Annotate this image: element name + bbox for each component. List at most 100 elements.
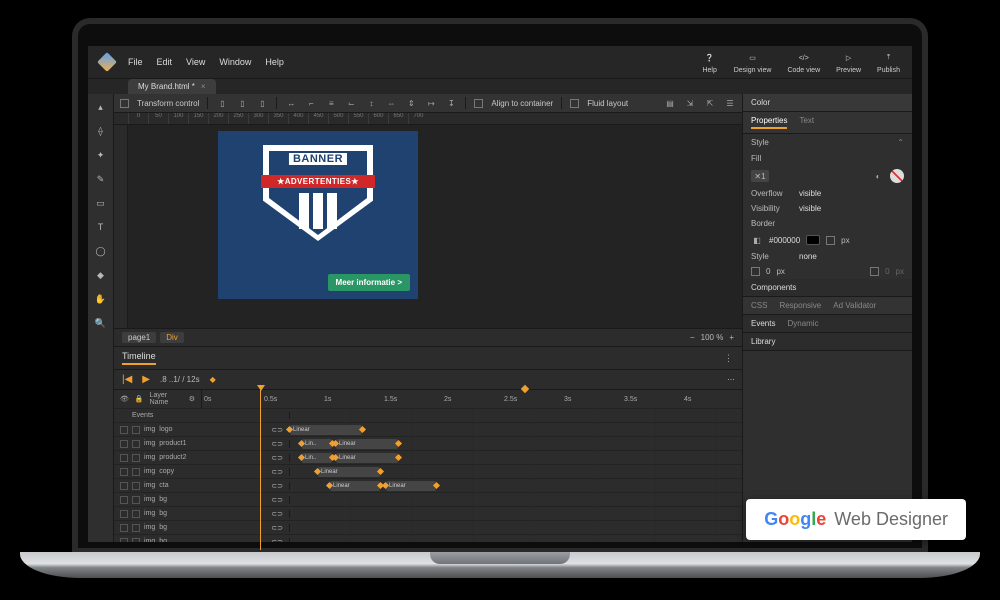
color-header[interactable]: Color bbox=[743, 94, 912, 112]
align-bottom-icon[interactable]: ⌙ bbox=[345, 97, 357, 109]
align-right-icon[interactable]: ▯ bbox=[256, 97, 268, 109]
scrub-handle-icon[interactable]: ◆ bbox=[210, 375, 216, 384]
link-icon[interactable]: ⊂⊃ bbox=[271, 482, 283, 490]
fluid-checkbox[interactable] bbox=[570, 99, 579, 108]
lock-toggle[interactable] bbox=[132, 510, 140, 518]
breadcrumb-element[interactable]: Div bbox=[160, 332, 184, 343]
dynamic-header[interactable]: Dynamic bbox=[787, 319, 818, 328]
validator-tab[interactable]: Ad Validator bbox=[833, 301, 876, 310]
gear-header-icon[interactable]: ⚙ bbox=[189, 395, 195, 403]
visibility-toggle[interactable] bbox=[120, 440, 128, 448]
visibility-value[interactable]: visible bbox=[799, 204, 821, 213]
lock-toggle[interactable] bbox=[132, 426, 140, 434]
lock-toggle[interactable] bbox=[132, 538, 140, 543]
zoom-in-button[interactable]: + bbox=[729, 333, 734, 342]
lock-toggle[interactable] bbox=[132, 482, 140, 490]
text-tab[interactable]: Text bbox=[799, 116, 814, 129]
border-style-value[interactable]: none bbox=[799, 252, 817, 261]
timeline-row[interactable]: imgproduct1⊂⊃Lin..Linear bbox=[114, 436, 742, 450]
visibility-toggle[interactable] bbox=[120, 510, 128, 518]
lock-toggle[interactable] bbox=[132, 524, 140, 532]
timeline-row[interactable]: imgbg⊂⊃ bbox=[114, 534, 742, 542]
playhead[interactable] bbox=[260, 390, 261, 550]
visibility-toggle[interactable] bbox=[120, 426, 128, 434]
align-left-icon[interactable]: ▯ bbox=[216, 97, 228, 109]
css-tab[interactable]: CSS bbox=[751, 301, 767, 310]
import-icon[interactable]: ⇲ bbox=[684, 97, 696, 109]
border-width-box[interactable] bbox=[826, 236, 835, 245]
spacing-h-icon[interactable]: ⇔ bbox=[385, 97, 397, 109]
no-fill-icon[interactable] bbox=[890, 169, 904, 183]
link-icon[interactable]: ⊂⊃ bbox=[271, 454, 283, 462]
timeline-row[interactable]: imgproduct2⊂⊃Lin..Linear bbox=[114, 450, 742, 464]
responsive-icon[interactable]: ▤ bbox=[664, 97, 676, 109]
close-tab-icon[interactable]: × bbox=[201, 82, 206, 91]
match-height-icon[interactable]: ↧ bbox=[445, 97, 457, 109]
timeline-options-icon[interactable]: ⋯ bbox=[727, 375, 734, 384]
match-width-icon[interactable]: ↦ bbox=[425, 97, 437, 109]
animation-clip[interactable]: Lin.. bbox=[302, 439, 332, 449]
visibility-toggle[interactable] bbox=[120, 538, 128, 543]
visibility-toggle[interactable] bbox=[120, 496, 128, 504]
lock-toggle[interactable] bbox=[132, 496, 140, 504]
settings-icon[interactable]: ☰ bbox=[724, 97, 736, 109]
transform-tool-icon[interactable]: ⟠ bbox=[94, 124, 108, 138]
breadcrumb-page[interactable]: page1 bbox=[122, 332, 156, 343]
animation-clip[interactable]: Linear bbox=[386, 481, 436, 491]
text-tool-icon[interactable]: T bbox=[94, 220, 108, 234]
play-button[interactable]: ▶ bbox=[142, 374, 150, 385]
link-icon[interactable]: ⊂⊃ bbox=[271, 468, 283, 476]
distribute-v-icon[interactable]: ↕ bbox=[365, 97, 377, 109]
fill-count[interactable]: ✕ 1 bbox=[751, 170, 769, 182]
border-swatch[interactable] bbox=[806, 235, 820, 245]
events-header[interactable]: Events bbox=[751, 319, 775, 328]
visibility-toggle[interactable] bbox=[120, 524, 128, 532]
timeline-row[interactable]: imgbg⊂⊃ bbox=[114, 492, 742, 506]
ad-canvas[interactable]: BANNER ★ADVERTENTIES★ Meer informatie > bbox=[218, 131, 418, 299]
align-middle-icon[interactable]: ≡ bbox=[325, 97, 337, 109]
help-button[interactable]: ❔Help bbox=[702, 50, 718, 74]
distribute-h-icon[interactable]: ↔ bbox=[285, 97, 297, 109]
align-center-icon[interactable]: ▯ bbox=[236, 97, 248, 109]
link-icon[interactable]: ⊂⊃ bbox=[271, 496, 283, 504]
link-icon[interactable]: ⊂⊃ bbox=[271, 510, 283, 518]
collapse-icon[interactable]: ⌃ bbox=[897, 138, 904, 147]
timeline-row[interactable]: imgbg⊂⊃ bbox=[114, 520, 742, 534]
visibility-toggle[interactable] bbox=[120, 454, 128, 462]
rewind-button[interactable]: |◀ bbox=[122, 374, 132, 385]
lock-toggle[interactable] bbox=[132, 468, 140, 476]
cta-button[interactable]: Meer informatie > bbox=[328, 274, 410, 291]
animation-clip[interactable]: Linear bbox=[318, 467, 380, 477]
animation-clip[interactable]: Linear bbox=[336, 453, 398, 463]
tag-tool-icon[interactable]: ▭ bbox=[94, 196, 108, 210]
timeline-row[interactable]: imglogo⊂⊃Linear bbox=[114, 422, 742, 436]
link-icon[interactable]: ⊂⊃ bbox=[271, 440, 283, 448]
design-view-button[interactable]: ▭Design view bbox=[734, 50, 772, 74]
timeline-menu-icon[interactable]: ⋮ bbox=[724, 353, 734, 364]
shape-tool-icon[interactable]: ◯ bbox=[94, 244, 108, 258]
border-color-value[interactable]: #000000 bbox=[769, 236, 800, 245]
animation-clip[interactable]: Linear bbox=[290, 425, 362, 435]
visibility-toggle[interactable] bbox=[120, 468, 128, 476]
responsive-tab[interactable]: Responsive bbox=[779, 301, 821, 310]
align-top-icon[interactable]: ⌐ bbox=[305, 97, 317, 109]
preview-button[interactable]: ▷Preview bbox=[836, 50, 861, 74]
radius-box-2[interactable] bbox=[870, 267, 879, 276]
code-view-button[interactable]: </>Code view bbox=[787, 50, 820, 74]
timeline-row[interactable]: imgcopy⊂⊃Linear bbox=[114, 464, 742, 478]
lock-toggle[interactable] bbox=[132, 440, 140, 448]
border-side-icon[interactable]: ◧ bbox=[751, 234, 763, 246]
link-icon[interactable]: ⊂⊃ bbox=[271, 426, 283, 434]
document-tab[interactable]: My Brand.html * × bbox=[128, 79, 216, 94]
animation-clip[interactable]: Linear bbox=[336, 439, 398, 449]
stage[interactable]: BANNER ★ADVERTENTIES★ Meer informatie > bbox=[128, 125, 742, 328]
zoom-out-button[interactable]: − bbox=[690, 333, 695, 342]
properties-tab[interactable]: Properties bbox=[751, 116, 787, 129]
timeline-row[interactable]: imgcta⊂⊃LinearLinear bbox=[114, 478, 742, 492]
animation-clip[interactable]: Linear bbox=[330, 481, 380, 491]
timeline-row[interactable]: imgbg⊂⊃ bbox=[114, 506, 742, 520]
pen-tool-icon[interactable]: ✎ bbox=[94, 172, 108, 186]
overflow-value[interactable]: visible bbox=[799, 189, 821, 198]
menu-file[interactable]: File bbox=[128, 57, 143, 67]
zoom-tool-icon[interactable]: 🔍 bbox=[94, 316, 108, 330]
